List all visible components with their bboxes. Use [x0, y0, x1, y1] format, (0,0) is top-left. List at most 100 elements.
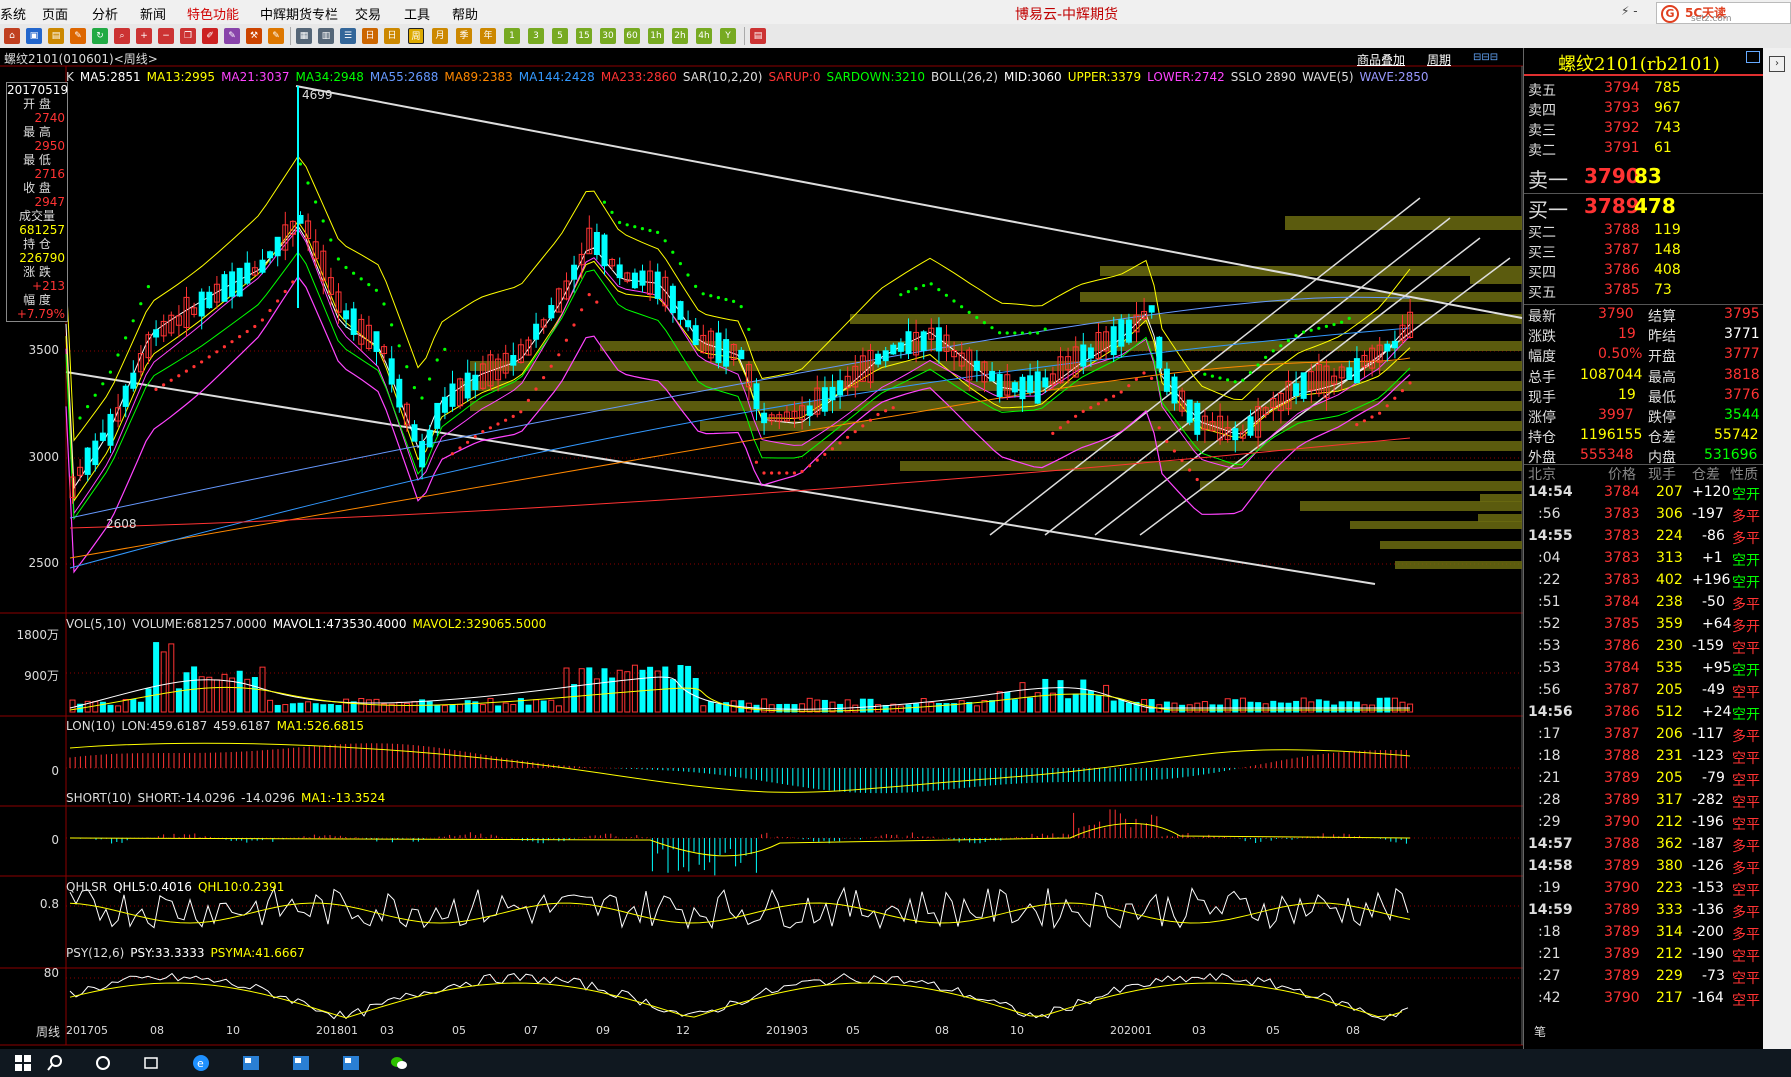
side-scrollbar[interactable]: ›: [1763, 48, 1791, 1049]
search-icon[interactable]: ⌕: [114, 28, 130, 44]
sar-dot: [549, 364, 553, 368]
period-4h-icon[interactable]: 4h: [696, 28, 712, 44]
panel-nav-icon[interactable]: ⊟⊟⊟: [1473, 52, 1519, 64]
menu-features[interactable]: 特色功能: [187, 4, 239, 23]
zoom-out-icon[interactable]: −: [158, 28, 174, 44]
volume-bar: [510, 703, 517, 713]
app-window-icon[interactable]: [242, 1054, 260, 1072]
list-icon[interactable]: ☰: [340, 28, 356, 44]
sar-dot: [960, 305, 964, 309]
stat-value: 3777: [1724, 346, 1760, 363]
menu-page[interactable]: 页面: [42, 4, 68, 23]
search-icon[interactable]: [46, 1054, 64, 1072]
app-window-icon[interactable]: [342, 1054, 360, 1072]
menu-column[interactable]: 中辉期货专栏: [260, 4, 338, 23]
info-vol-label: 成交量: [18, 209, 55, 223]
tick-volume: 359: [1656, 616, 1683, 632]
period-15-icon[interactable]: 15: [576, 28, 592, 44]
candle-body: [1042, 377, 1049, 388]
sar-dot: [1271, 349, 1275, 353]
candle-body: [464, 372, 471, 399]
menu-analysis[interactable]: 分析: [92, 4, 118, 23]
period-button[interactable]: 周期: [1427, 51, 1451, 68]
period-day2-icon[interactable]: 日: [384, 28, 400, 44]
kline-chart-area[interactable]: [0, 48, 1523, 1049]
app-window-icon[interactable]: [292, 1054, 310, 1072]
windows-start-icon[interactable]: [14, 1054, 32, 1072]
menu-tools[interactable]: 工具: [404, 4, 430, 23]
sar-dot: [1127, 384, 1131, 388]
sar-dot: [1317, 326, 1321, 330]
pen-icon[interactable]: ✎: [224, 28, 240, 44]
task-view-icon[interactable]: [142, 1054, 160, 1072]
volume-profile-bar: [1300, 501, 1522, 511]
menu-system[interactable]: 系统: [0, 4, 26, 23]
tick-volume: 217: [1656, 990, 1683, 1006]
volume-bar: [168, 643, 175, 713]
menu-trade[interactable]: 交易: [355, 4, 381, 23]
kline-chart-svg[interactable]: [0, 48, 1523, 1049]
info-open-label: 开 盘: [23, 97, 51, 111]
edit-icon[interactable]: ✎: [268, 28, 284, 44]
period-30-icon[interactable]: 30: [600, 28, 616, 44]
sar-dot: [990, 326, 994, 330]
candle-body: [677, 301, 684, 320]
period-year-icon[interactable]: 年: [480, 28, 496, 44]
tick-time: :28: [1538, 792, 1561, 808]
period-2h-icon[interactable]: 2h: [672, 28, 688, 44]
period-1h-icon[interactable]: 1h: [648, 28, 664, 44]
candle-body: [837, 380, 844, 396]
browser-icon[interactable]: e: [192, 1054, 210, 1072]
note-icon[interactable]: ✎: [70, 28, 86, 44]
sar-dot: [1362, 419, 1366, 423]
cortana-icon[interactable]: [94, 1054, 112, 1072]
x-tick-label: 07: [524, 1024, 538, 1037]
period-3-icon[interactable]: 3: [528, 28, 544, 44]
menu-bar: 系统 页面 分析 新闻 特色功能 中辉期货专栏 交易 工具 帮助 博易云-中辉期…: [0, 0, 1791, 24]
folder-icon[interactable]: ▤: [48, 28, 64, 44]
lightning-icon[interactable]: ⚡ -: [1621, 4, 1651, 22]
wechat-icon[interactable]: [390, 1054, 408, 1072]
chart-icon[interactable]: ▥: [318, 28, 334, 44]
sar-dot: [701, 292, 705, 296]
tick-volume: 205: [1656, 770, 1683, 786]
lon-item: 459.6187: [213, 719, 271, 733]
period-y-icon[interactable]: Y: [720, 28, 736, 44]
sar-dot: [329, 238, 333, 242]
info-pct: +7.79%: [16, 307, 65, 321]
menu-help[interactable]: 帮助: [452, 4, 478, 23]
period-week-icon[interactable]: 周: [408, 28, 424, 44]
copy-icon[interactable]: ❐: [180, 28, 196, 44]
refresh-icon[interactable]: ↻: [92, 28, 108, 44]
ask-row: 卖四 3793 967: [1524, 100, 1764, 120]
window-icon[interactable]: ▣: [26, 28, 42, 44]
grid-icon[interactable]: ▦: [296, 28, 312, 44]
tick-time: :18: [1538, 924, 1561, 940]
period-60-icon[interactable]: 60: [624, 28, 640, 44]
tick-oi-change: -187: [1692, 836, 1724, 852]
main-item: MA21:3037: [221, 70, 290, 84]
tick-nature: 空平: [1732, 883, 1760, 899]
candle-body: [723, 339, 730, 367]
period-month-icon[interactable]: 月: [432, 28, 448, 44]
menu-news[interactable]: 新闻: [140, 4, 166, 23]
home-icon[interactable]: ⌂: [4, 28, 20, 44]
period-quarter-icon[interactable]: 季: [456, 28, 472, 44]
volume-bar: [1011, 699, 1018, 713]
draw-icon[interactable]: ✐: [202, 28, 218, 44]
main-item: MA89:2383: [444, 70, 513, 84]
tool-icon[interactable]: ⚒: [246, 28, 262, 44]
period-day-icon[interactable]: 日: [362, 28, 378, 44]
zoom-in-icon[interactable]: +: [136, 28, 152, 44]
overlay-button[interactable]: 商品叠加: [1357, 51, 1405, 68]
calendar-icon[interactable]: ▤: [750, 28, 766, 44]
main-item: MA5:2851: [79, 70, 141, 84]
period-1-icon[interactable]: 1: [504, 28, 520, 44]
panel-toggle-icon[interactable]: [1746, 51, 1760, 63]
tick-row: :21 3789 212 -190 空平: [1524, 946, 1764, 966]
stat-value: 19: [1618, 386, 1636, 403]
panel-toggle-icon[interactable]: ›: [1769, 56, 1785, 72]
period-5-icon[interactable]: 5: [552, 28, 568, 44]
sar-dot: [1043, 327, 1047, 331]
volume-bar: [403, 702, 410, 713]
